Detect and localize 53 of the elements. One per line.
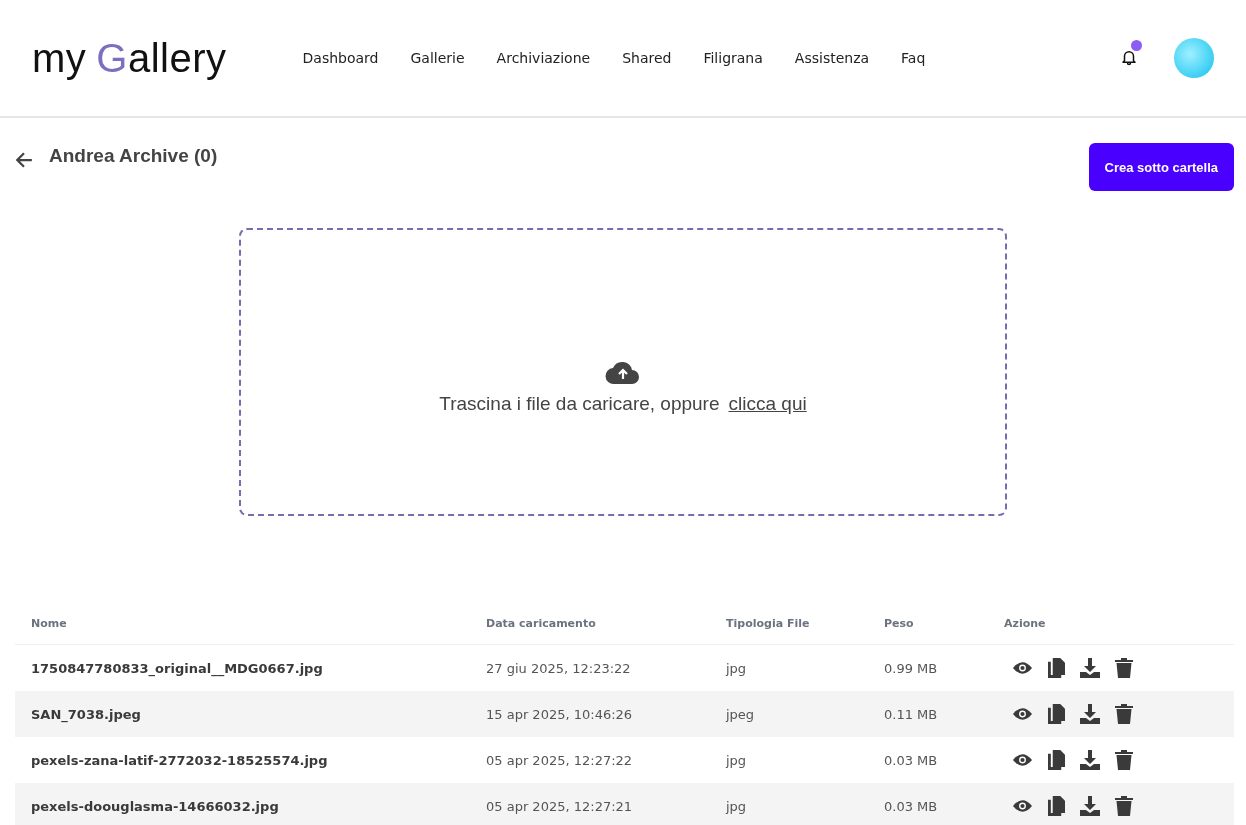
upload-date-cell-text: 05 apr 2025, 12:27:21 bbox=[486, 798, 634, 814]
upload-dropzone[interactable]: Trascina i file da caricare, oppure clicca qui bbox=[239, 228, 1007, 516]
download-icon[interactable] bbox=[1080, 704, 1100, 724]
file-name-cell-text: 1750847780833_original__MDG0667.jpg bbox=[31, 660, 324, 676]
copy-icon[interactable] bbox=[1048, 796, 1065, 816]
view-icon[interactable] bbox=[1012, 707, 1033, 721]
nav-link[interactable]: Archiviazione bbox=[496, 50, 591, 66]
back-arrow-icon[interactable] bbox=[15, 151, 33, 169]
cloud-upload-icon bbox=[605, 359, 641, 385]
file-name-cell-text: pexels-doouglasma-14666032.jpg bbox=[31, 798, 280, 814]
trash-icon[interactable] bbox=[1115, 704, 1133, 724]
download-icon[interactable] bbox=[1080, 796, 1100, 816]
nav-link[interactable]: Faq bbox=[901, 50, 926, 66]
file-name-cell-text: pexels-zana-latif-2772032-18525574.jpg bbox=[31, 752, 329, 768]
trash-icon[interactable] bbox=[1115, 750, 1133, 770]
file-size-cell-text: 0.03 MB bbox=[884, 798, 939, 814]
file-type-cell-text: jpg bbox=[726, 660, 748, 676]
file-name-cell-text: SAN_7038.jpeg bbox=[31, 706, 142, 722]
dropzone-text: Trascina i file da caricare, oppure bbox=[439, 393, 720, 415]
column-header: Azione bbox=[1004, 616, 1047, 630]
nav-link[interactable]: Filigrana bbox=[703, 50, 763, 66]
notification-bell-icon[interactable] bbox=[1120, 48, 1138, 66]
download-icon[interactable] bbox=[1080, 658, 1100, 678]
file-size-cell-text: 0.99 MB bbox=[884, 660, 939, 676]
file-size-cell-text: 0.11 MB bbox=[884, 706, 939, 722]
upload-date-cell-text: 27 giu 2025, 12:23:22 bbox=[486, 660, 632, 676]
view-icon[interactable] bbox=[1012, 753, 1033, 767]
file-type-cell-text: jpg bbox=[726, 798, 748, 814]
nav-link[interactable]: Assistenza bbox=[794, 50, 870, 66]
view-icon[interactable] bbox=[1012, 661, 1033, 675]
page-title: Andrea Archive (0) bbox=[49, 145, 218, 167]
copy-icon[interactable] bbox=[1048, 704, 1065, 724]
upload-date-cell-text: 15 apr 2025, 10:46:26 bbox=[486, 706, 634, 722]
nav-link[interactable]: Shared bbox=[622, 50, 672, 66]
logo[interactable]: my Gallery bbox=[32, 35, 227, 81]
upload-date-cell-text: 05 apr 2025, 12:27:22 bbox=[486, 752, 634, 768]
file-type-cell-text: jpeg bbox=[726, 706, 756, 722]
view-icon[interactable] bbox=[1012, 799, 1033, 813]
copy-icon[interactable] bbox=[1048, 658, 1065, 678]
copy-icon[interactable] bbox=[1048, 750, 1065, 770]
nav-link[interactable]: Gallerie bbox=[410, 50, 465, 66]
nav-link[interactable]: Dashboard bbox=[302, 50, 379, 66]
column-header: Peso bbox=[884, 616, 915, 630]
file-size-cell-text: 0.03 MB bbox=[884, 752, 939, 768]
upload-link[interactable]: clicca qui bbox=[728, 393, 807, 415]
create-subfolder-button[interactable]: Crea sotto cartella bbox=[1088, 143, 1234, 191]
column-header: Tipologia File bbox=[726, 616, 811, 630]
trash-icon[interactable] bbox=[1115, 658, 1133, 678]
column-header: Data caricamento bbox=[486, 616, 597, 630]
trash-icon[interactable] bbox=[1115, 796, 1133, 816]
download-icon[interactable] bbox=[1080, 750, 1100, 770]
file-type-cell-text: jpg bbox=[726, 752, 748, 768]
column-header: Nome bbox=[31, 616, 68, 630]
